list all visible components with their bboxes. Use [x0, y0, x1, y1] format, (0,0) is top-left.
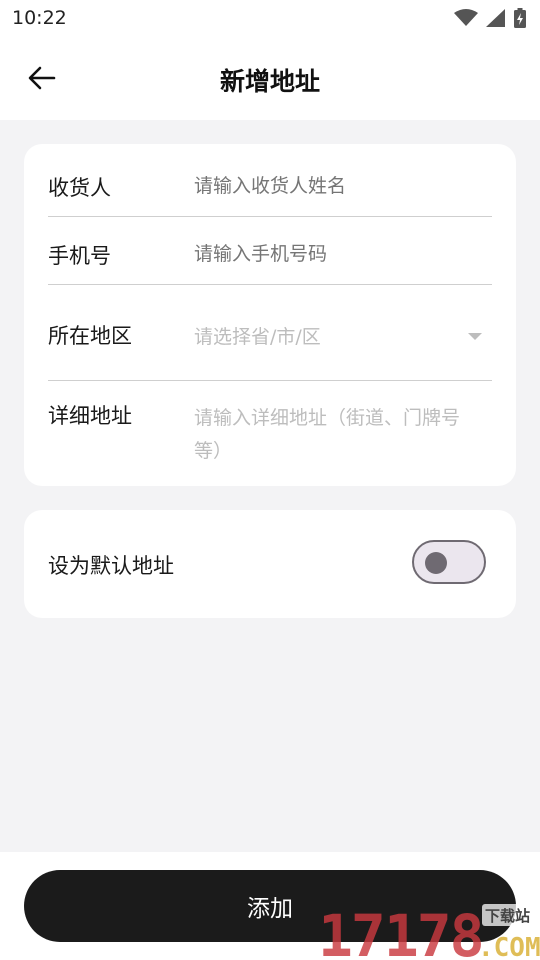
chevron-down-icon: [468, 333, 482, 340]
receiver-input[interactable]: [194, 172, 492, 200]
region-select[interactable]: 请选择省/市/区: [194, 322, 492, 349]
phone-label: 手机号: [48, 244, 111, 268]
divider: [48, 380, 492, 381]
toggle-knob: [425, 552, 447, 574]
divider: [48, 216, 492, 217]
default-address-card: 设为默认地址: [24, 510, 516, 618]
phone-row: 手机号: [48, 240, 492, 270]
phone-input[interactable]: [194, 240, 492, 268]
status-time: 10:22: [12, 7, 67, 29]
status-icons: [454, 8, 526, 28]
region-label: 所在地区: [48, 324, 132, 348]
watermark-badge: 下载站: [485, 907, 530, 925]
default-address-label: 设为默认地址: [48, 554, 174, 578]
address-form-card: 收货人 手机号 所在地区 请选择省/市/区 详细地址 请输入详细地址（街道、门牌…: [24, 144, 516, 486]
detail-label: 详细地址: [48, 404, 132, 428]
app-header: 新增地址: [0, 36, 540, 120]
receiver-row: 收货人: [48, 172, 492, 202]
page-title: 新增地址: [219, 67, 320, 96]
receiver-label: 收货人: [48, 176, 111, 200]
region-row[interactable]: 所在地区 请选择省/市/区: [48, 320, 492, 350]
detail-row: 详细地址 请输入详细地址（街道、门牌号 等）: [48, 400, 492, 466]
watermark-suffix: .COM: [478, 933, 540, 960]
signal-icon: [486, 9, 505, 27]
wifi-icon: [454, 9, 478, 26]
detail-input[interactable]: 请输入详细地址（街道、门牌号 等）: [194, 402, 492, 468]
watermark-number: 17178: [318, 902, 483, 960]
divider: [48, 284, 492, 285]
default-address-toggle[interactable]: [412, 540, 486, 584]
detail-placeholder-line2: 等）: [194, 440, 233, 462]
status-bar: 10:22: [0, 0, 540, 36]
watermark-logo: 17178 .COM 下载站: [318, 902, 540, 960]
battery-icon: [514, 8, 526, 28]
detail-placeholder-line1: 请输入详细地址（街道、门牌号: [194, 407, 461, 429]
